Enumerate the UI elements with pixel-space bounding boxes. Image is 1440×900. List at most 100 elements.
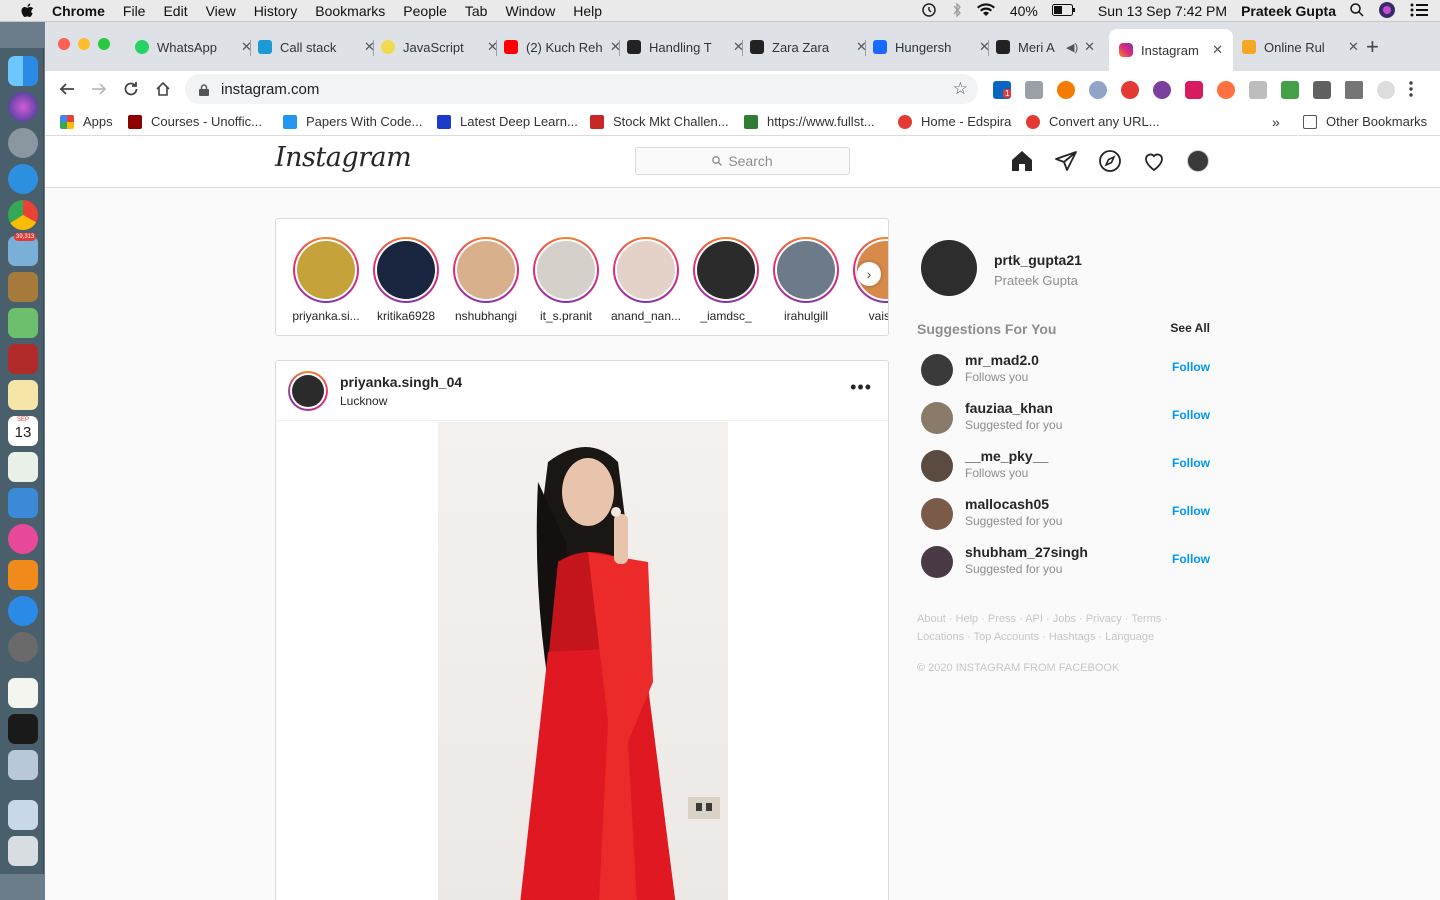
blue-extension-icon[interactable] [1089,81,1107,99]
bluetooth-icon[interactable] [952,1,962,21]
tab-hungersh[interactable]: Hungersh ✕ [873,34,990,60]
menu-tab[interactable]: Tab [465,3,488,19]
reload-icon[interactable] [119,77,143,101]
story-item[interactable]: _iamdsc_ [686,237,766,323]
firefox-extension-icon[interactable] [1153,81,1171,99]
address-bar[interactable]: instagram.com ☆ [185,74,978,104]
spotlight-search-icon[interactable] [1350,2,1364,20]
explore-compass-icon[interactable] [1097,148,1123,174]
activity-heart-icon[interactable] [1141,148,1167,174]
notes-brown-icon[interactable] [8,272,38,302]
siri-icon[interactable] [1378,1,1396,22]
bookmark-edspira[interactable]: Home - Edspira [898,114,1011,129]
follow-button[interactable]: Follow [1172,504,1210,518]
follow-button[interactable]: Follow [1172,552,1210,566]
notification-center-icon[interactable] [1410,3,1428,20]
audio-playing-icon[interactable]: ◀) [1066,41,1078,54]
bookmark-courses[interactable]: Courses - Unoffic... [128,114,262,129]
see-all-link[interactable]: See All [1170,321,1210,335]
tab-whatsapp[interactable]: WhatsApp ✕ [135,34,252,60]
close-tab-icon[interactable]: ✕ [1084,39,1095,55]
menubar-user[interactable]: Prateek Gupta [1241,3,1336,19]
menu-history[interactable]: History [254,3,298,19]
bookmark-latest-deep-learn[interactable]: Latest Deep Learn... [437,114,578,129]
profile-avatar-icon[interactable] [1377,81,1395,99]
bookmark-apps[interactable]: Apps [60,114,113,129]
maximize-window-button[interactable] [98,38,110,50]
books-icon[interactable] [8,560,38,590]
post-image[interactable] [438,422,728,900]
footer-links[interactable]: About · Help · Press · API · Jobs · Priv… [917,610,1187,646]
story-item[interactable]: nshubhangi [446,237,526,323]
textedit-icon[interactable] [8,380,38,410]
menu-people[interactable]: People [403,3,447,19]
red-link-extension-icon[interactable] [1121,81,1139,99]
calendar-icon[interactable]: SEP 13 [8,416,38,446]
sf-extension-icon[interactable] [1249,81,1267,99]
close-tab-icon[interactable]: ✕ [1348,39,1359,55]
search-input[interactable]: Search [635,147,850,175]
chrome-icon[interactable] [8,200,38,230]
red-square-extension-icon[interactable] [1185,81,1203,99]
menubar-datetime[interactable]: Sun 13 Sep 7:42 PM [1098,3,1227,19]
bookmarks-overflow-chevron-icon[interactable]: » [1272,114,1280,130]
bookmark-fullstack[interactable]: https://www.fullst... [744,114,875,129]
follow-button[interactable]: Follow [1172,456,1210,470]
siri-dock-icon[interactable] [8,92,38,122]
suggestion-username[interactable]: mallocash05 [965,496,1049,512]
notes-icon[interactable] [8,678,38,708]
suggestion-avatar[interactable] [921,450,953,482]
tab-call-stack[interactable]: Call stack ✕ [258,34,375,60]
post-location[interactable]: Lucknow [340,394,387,408]
linkedin-extension-icon[interactable]: 1 [993,81,1012,99]
url-text[interactable]: instagram.com [221,81,319,98]
apple-menu-icon[interactable] [18,2,36,20]
camera-extension-icon[interactable] [1025,81,1043,99]
lock-icon[interactable] [199,83,209,96]
menu-help[interactable]: Help [573,3,602,19]
tab-instagram[interactable]: Instagram ✕ [1109,29,1233,71]
suggestion-avatar[interactable] [921,546,953,578]
terminal-icon[interactable] [8,714,38,744]
tab-online-rul[interactable]: Online Rul ✕ [1242,34,1359,60]
finder-icon[interactable] [8,56,38,86]
battery-icon[interactable] [1051,3,1076,19]
itunes-icon[interactable] [8,524,38,554]
mail-icon[interactable]: 39,313 [8,233,38,266]
follow-button[interactable]: Follow [1172,360,1210,374]
more-options-icon[interactable]: ••• [850,377,872,398]
system-preferences-icon[interactable] [8,632,38,662]
photo-booth-icon[interactable] [8,344,38,374]
menu-edit[interactable]: Edit [163,3,187,19]
menu-file[interactable]: File [123,3,146,19]
other-bookmarks-folder[interactable]: Other Bookmarks [1303,114,1427,129]
tab-meri-a[interactable]: Meri A ◀) ✕ [996,34,1095,60]
current-user-avatar[interactable] [921,240,977,296]
profile-avatar[interactable] [1185,148,1211,174]
wifi-icon[interactable] [976,2,996,20]
download-extension-icon[interactable] [1281,81,1299,99]
post-username[interactable]: priyanka.singh_04 [340,374,462,390]
current-username[interactable]: prtk_gupta21 [994,252,1082,268]
menu-app-name[interactable]: Chrome [52,3,105,19]
tab-handling[interactable]: Handling T ✕ [627,34,744,60]
suggestion-username[interactable]: fauziaa_khan [965,400,1053,416]
bookmark-star-icon[interactable]: ☆ [953,79,968,99]
suggestion-avatar[interactable] [921,498,953,530]
instagram-logo[interactable]: Instagram [275,142,412,173]
story-item[interactable]: irahulgill [766,237,846,323]
maps-icon[interactable] [8,308,38,338]
forward-arrow-icon[interactable] [87,77,111,101]
tab-youtube[interactable]: (2) Kuch Reh ✕ [504,34,621,60]
tab-javascript[interactable]: JavaScript ✕ [381,34,498,60]
suggestion-username[interactable]: mr_mad2.0 [965,352,1039,368]
suggestion-avatar[interactable] [921,354,953,386]
direct-message-icon[interactable] [1053,148,1079,174]
close-tab-icon[interactable]: ✕ [1212,42,1223,58]
safari-icon[interactable] [8,164,38,194]
preview-icon[interactable] [8,750,38,780]
numbers-icon[interactable] [8,452,38,482]
home-icon[interactable] [1009,148,1035,174]
trash-icon[interactable] [8,836,38,866]
menu-window[interactable]: Window [505,3,555,19]
